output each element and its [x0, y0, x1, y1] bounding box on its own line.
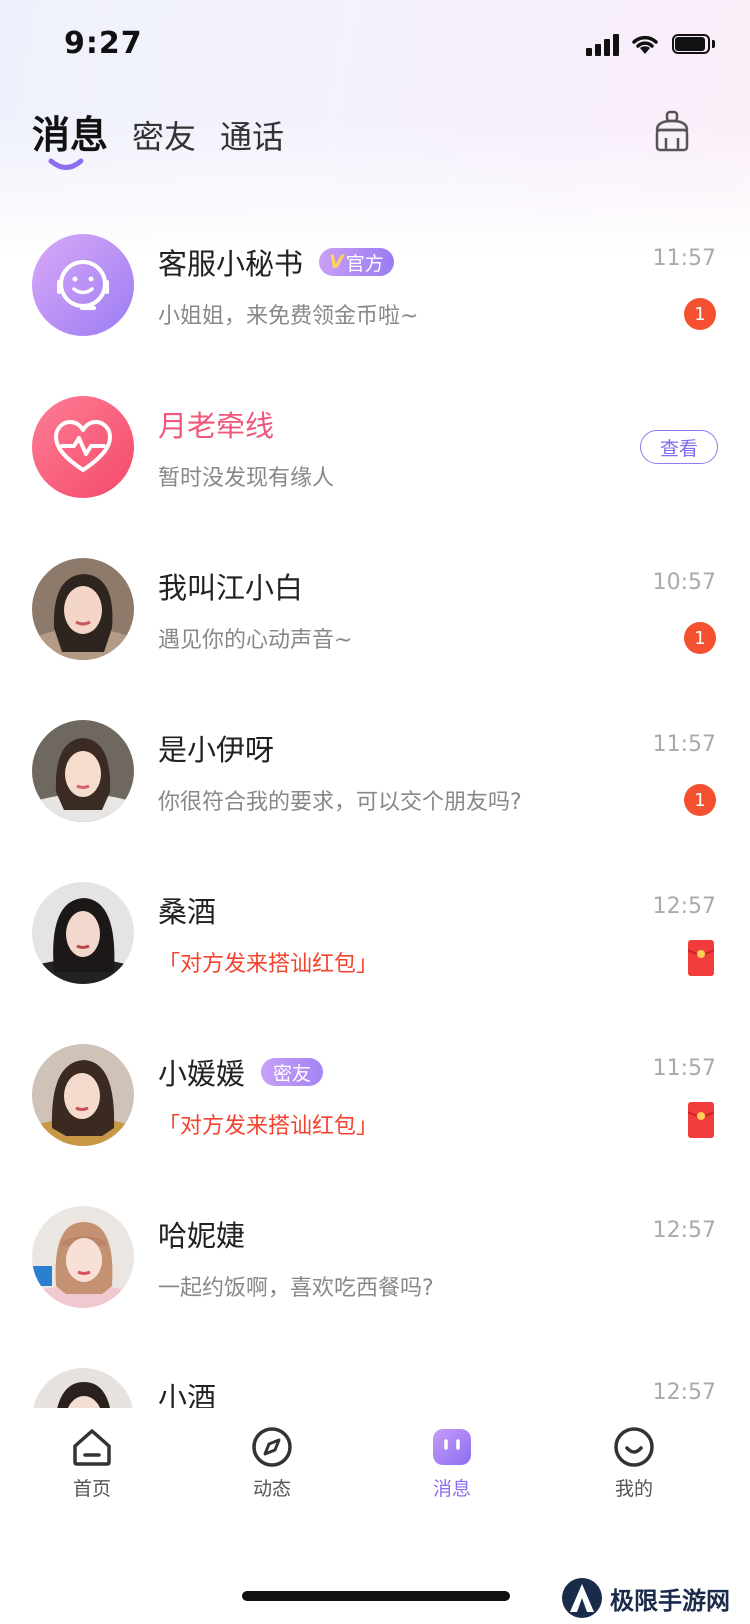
- user-photo: [32, 720, 134, 822]
- message-time: 10:57: [652, 570, 716, 595]
- message-icon: [433, 1429, 471, 1465]
- user-photo: [32, 558, 134, 660]
- bottom-navigation: 首页 动态 消息 我的: [0, 1408, 750, 1534]
- status-time: 9:27: [64, 26, 143, 61]
- conversation-row[interactable]: 桑酒 「对方发来搭讪红包」 12:57: [0, 882, 750, 1044]
- conversation-row-matchmaker[interactable]: 月老牵线 暂时没发现有缘人 查看: [0, 396, 750, 558]
- heart-pulse-icon: [32, 396, 134, 498]
- message-preview: 你很符合我的要求，可以交个朋友吗?: [158, 790, 522, 815]
- official-badge: V 官方: [319, 248, 394, 276]
- message-time: 12:57: [652, 1218, 716, 1243]
- message-preview: 「对方发来搭讪红包」: [158, 1114, 379, 1139]
- nav-feed[interactable]: 动态: [212, 1426, 332, 1501]
- avatar: [32, 882, 134, 984]
- avatar: [32, 1044, 134, 1146]
- user-photo: [32, 1044, 134, 1146]
- nav-label: 消息: [432, 1478, 471, 1500]
- close-friend-badge: 密友: [261, 1058, 324, 1086]
- conversation-row[interactable]: 哈妮婕 一起约饭啊，喜欢吃西餐吗? 12:57: [0, 1206, 750, 1368]
- conversation-row-service[interactable]: 客服小秘书 V 官方 小姐姐，来免费领金币啦~ 11:57 1: [0, 234, 750, 396]
- nav-label: 首页: [72, 1478, 111, 1500]
- nav-profile[interactable]: 我的: [574, 1426, 694, 1501]
- nav-label: 动态: [252, 1478, 291, 1500]
- red-packet-icon: [688, 940, 714, 976]
- conversation-row[interactable]: 我叫江小白 遇见你的心动声音~ 10:57 1: [0, 558, 750, 720]
- nav-messages[interactable]: 消息: [392, 1426, 512, 1501]
- message-time: 11:57: [652, 246, 716, 271]
- message-preview: 一起约饭啊，喜欢吃西餐吗?: [158, 1276, 434, 1301]
- status-bar: 9:27: [0, 0, 750, 90]
- avatar: [32, 1368, 134, 1408]
- contact-name: 小酒: [158, 1381, 217, 1408]
- message-preview: 「对方发来搭讪红包」: [158, 952, 379, 977]
- message-time: 11:57: [652, 1056, 716, 1081]
- user-photo: [32, 1206, 134, 1308]
- message-preview: 暂时没发现有缘人: [158, 466, 335, 491]
- clean-broom-icon[interactable]: [652, 110, 692, 154]
- user-photo: [32, 1368, 134, 1408]
- watermark: 极限手游网: [560, 1572, 730, 1624]
- contact-name: 小媛媛: [158, 1057, 246, 1091]
- tab-calls[interactable]: 通话: [220, 112, 284, 158]
- red-packet-icon: [688, 1102, 714, 1138]
- message-preview: 遇见你的心动声音~: [158, 628, 353, 653]
- unread-badge: 1: [684, 622, 716, 654]
- avatar: [32, 234, 134, 336]
- conversation-row[interactable]: 是小伊呀 你很符合我的要求，可以交个朋友吗? 11:57 1: [0, 720, 750, 882]
- conversation-row[interactable]: 小媛媛 密友 「对方发来搭讪红包」 11:57: [0, 1044, 750, 1206]
- avatar: [32, 720, 134, 822]
- message-time: 11:57: [652, 732, 716, 757]
- tab-messages[interactable]: 消息: [32, 104, 108, 159]
- contact-name: 月老牵线: [158, 409, 275, 443]
- wifi-icon: [632, 35, 658, 54]
- avatar: [32, 558, 134, 660]
- tab-close-friends[interactable]: 密友: [132, 112, 196, 158]
- compass-icon: [252, 1427, 292, 1467]
- contact-name: 客服小秘书: [158, 247, 304, 281]
- avatar: [32, 1206, 134, 1308]
- view-button[interactable]: 查看: [640, 430, 718, 464]
- smile-icon: [614, 1427, 654, 1467]
- watermark-logo-icon: [562, 1578, 602, 1618]
- contact-name: 是小伊呀: [158, 733, 275, 767]
- nav-home[interactable]: 首页: [32, 1426, 152, 1501]
- user-photo: [32, 882, 134, 984]
- headset-icon: [32, 234, 134, 336]
- watermark-text: 极限手游网: [610, 1586, 730, 1615]
- contact-name: 我叫江小白: [158, 571, 304, 605]
- message-time: 12:57: [652, 894, 716, 919]
- message-time: 12:57: [652, 1380, 716, 1405]
- message-preview: 小姐姐，来免费领金币啦~: [158, 304, 419, 329]
- contact-name: 桑酒: [158, 895, 217, 929]
- home-icon: [73, 1429, 111, 1466]
- conversation-list: 客服小秘书 V 官方 小姐姐，来免费领金币啦~ 11:57 1 月老牵线 暂时没发…: [0, 234, 750, 1408]
- unread-badge: 1: [684, 784, 716, 816]
- nav-label: 我的: [614, 1478, 653, 1500]
- avatar: [32, 396, 134, 498]
- battery-icon: [672, 34, 716, 56]
- home-indicator: [242, 1591, 510, 1601]
- contact-name: 哈妮婕: [158, 1219, 246, 1253]
- active-tab-indicator: [48, 158, 84, 170]
- unread-badge: 1: [684, 298, 716, 330]
- conversation-row[interactable]: 小酒 12:57: [0, 1368, 750, 1408]
- cellular-signal-icon: [586, 34, 622, 56]
